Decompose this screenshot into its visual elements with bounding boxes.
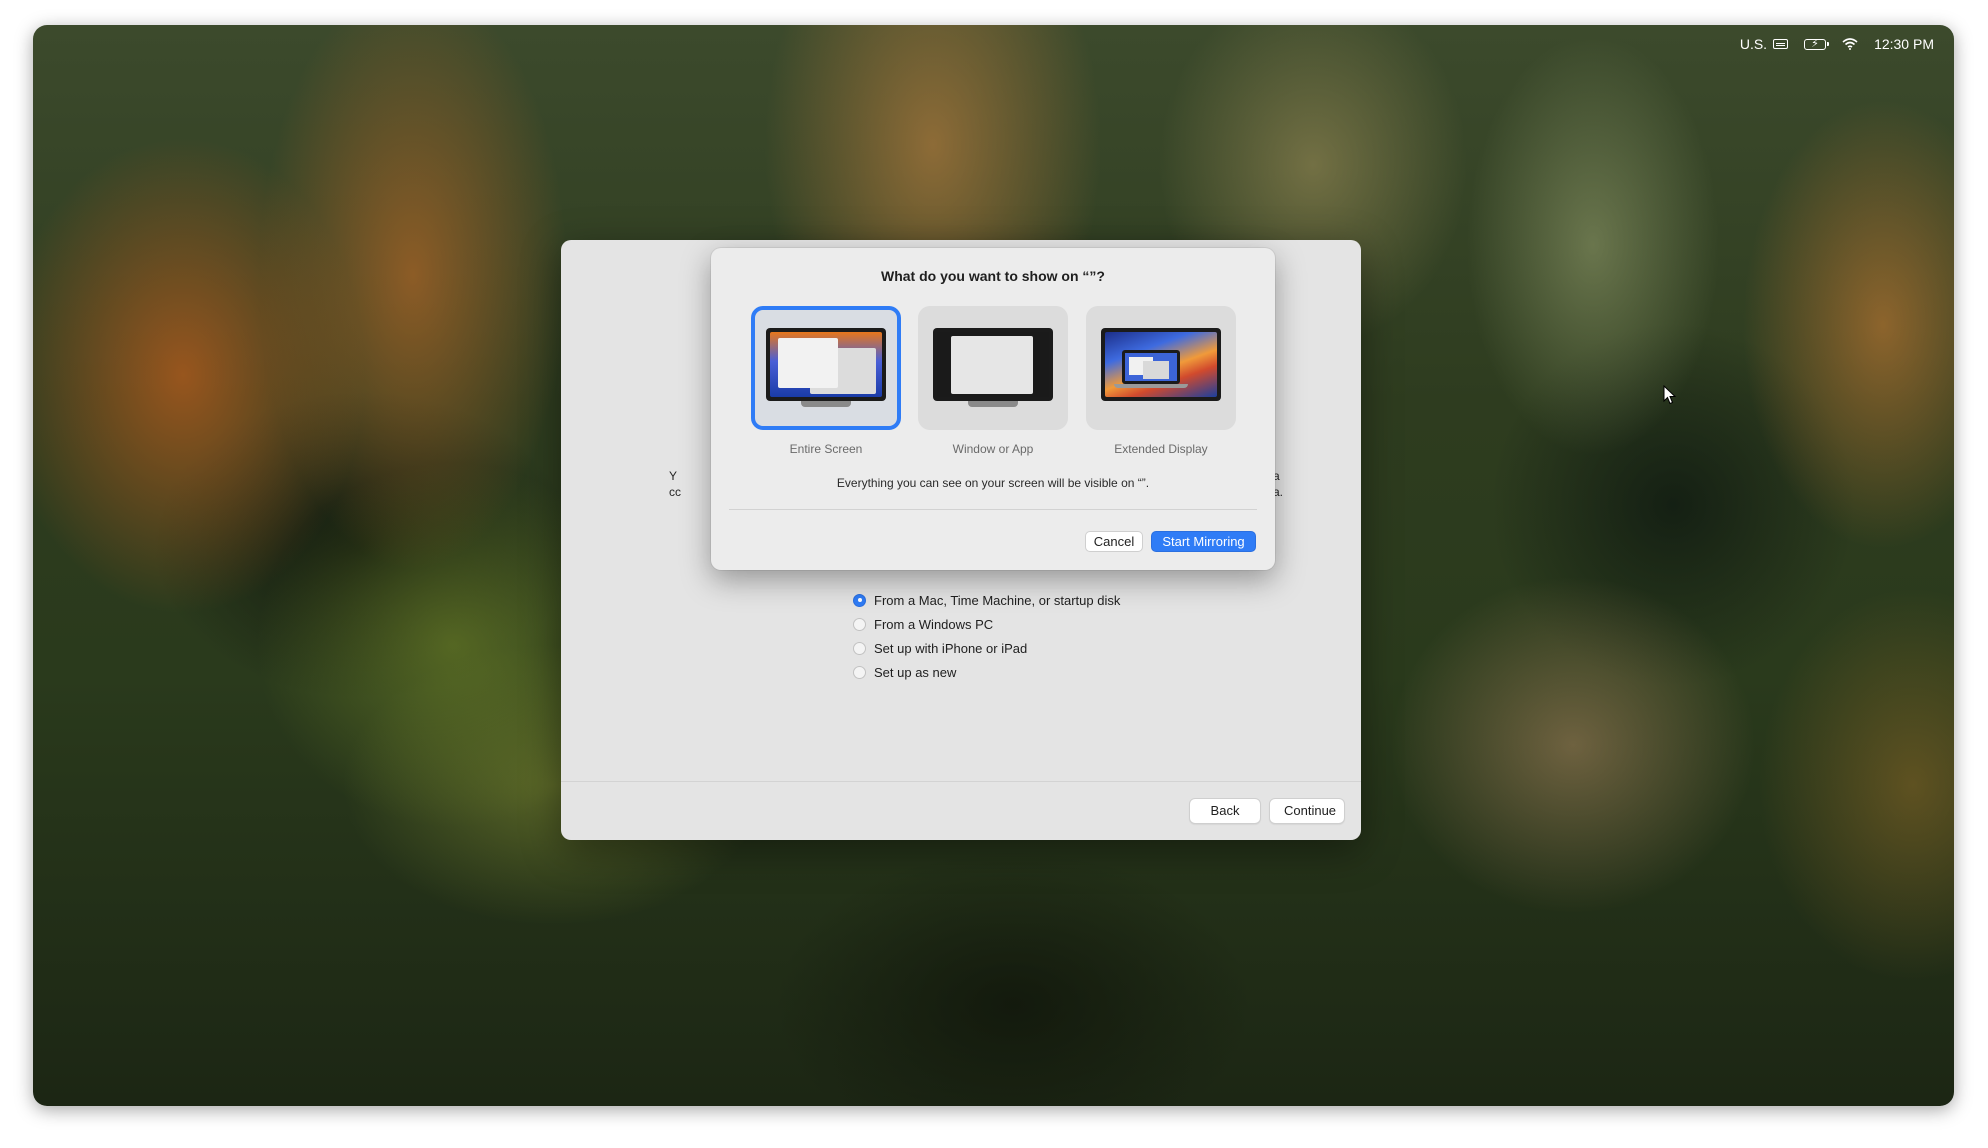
radio-button[interactable]: [853, 593, 866, 607]
radio-button[interactable]: [853, 641, 866, 655]
menu-bar: U.S. ⚡ 12:30 PM: [1740, 31, 1934, 57]
screen-mirroring-sheet: What do you want to show on “”? Entire S…: [711, 248, 1275, 570]
entire-screen-label: Entire Screen: [789, 442, 863, 456]
entire-screen-option[interactable]: [751, 306, 901, 430]
input-source-label: U.S.: [1739, 36, 1768, 52]
option-label: Set up as new: [874, 664, 957, 680]
mouse-cursor-icon: [1663, 385, 1677, 405]
option-set-up-as-new[interactable]: Set up as new: [853, 660, 1120, 684]
radio-button[interactable]: [853, 617, 866, 631]
wifi-menu[interactable]: [1842, 38, 1858, 50]
divider: [729, 509, 1257, 510]
wifi-icon: [1842, 38, 1858, 50]
option-iphone-ipad[interactable]: Set up with iPhone or iPad: [853, 636, 1120, 660]
keyboard-icon: [1773, 39, 1789, 49]
clock[interactable]: 12:30 PM: [1874, 36, 1934, 52]
option-label: From a Windows PC: [874, 616, 994, 632]
transfer-options: From a Mac, Time Machine, or startup dis…: [853, 588, 1120, 684]
sheet-title: What do you want to show on “”?: [881, 268, 1105, 284]
extended-display-label: Extended Display: [1114, 442, 1208, 456]
laptop-icon: [1122, 350, 1180, 384]
partial-text-left: Y cc: [669, 469, 681, 499]
option-label: From a Mac, Time Machine, or startup dis…: [874, 592, 1121, 608]
back-button[interactable]: Back: [1189, 798, 1261, 824]
cancel-button[interactable]: Cancel: [1085, 531, 1143, 552]
start-mirroring-button[interactable]: Start Mirroring: [1151, 531, 1256, 552]
option-mac-time-machine[interactable]: From a Mac, Time Machine, or startup dis…: [853, 588, 1120, 612]
window-or-app-option[interactable]: [918, 306, 1068, 430]
battery-menu[interactable]: ⚡: [1804, 38, 1830, 50]
window-or-app-label: Window or App: [952, 442, 1034, 456]
input-source-menu[interactable]: U.S.: [1739, 36, 1789, 52]
entire-screen-icon: [766, 328, 886, 407]
window-footer: Back Continue: [561, 781, 1361, 840]
radio-button[interactable]: [853, 665, 866, 679]
option-label: Set up with iPhone or iPad: [874, 640, 1028, 656]
extended-display-option[interactable]: [1086, 306, 1236, 430]
window-or-app-icon: [933, 328, 1053, 407]
sheet-description: Everything you can see on your screen wi…: [836, 476, 1150, 490]
option-windows-pc[interactable]: From a Windows PC: [853, 612, 1120, 636]
continue-button[interactable]: Continue: [1269, 798, 1345, 824]
battery-charging-icon: ⚡: [1804, 38, 1830, 50]
